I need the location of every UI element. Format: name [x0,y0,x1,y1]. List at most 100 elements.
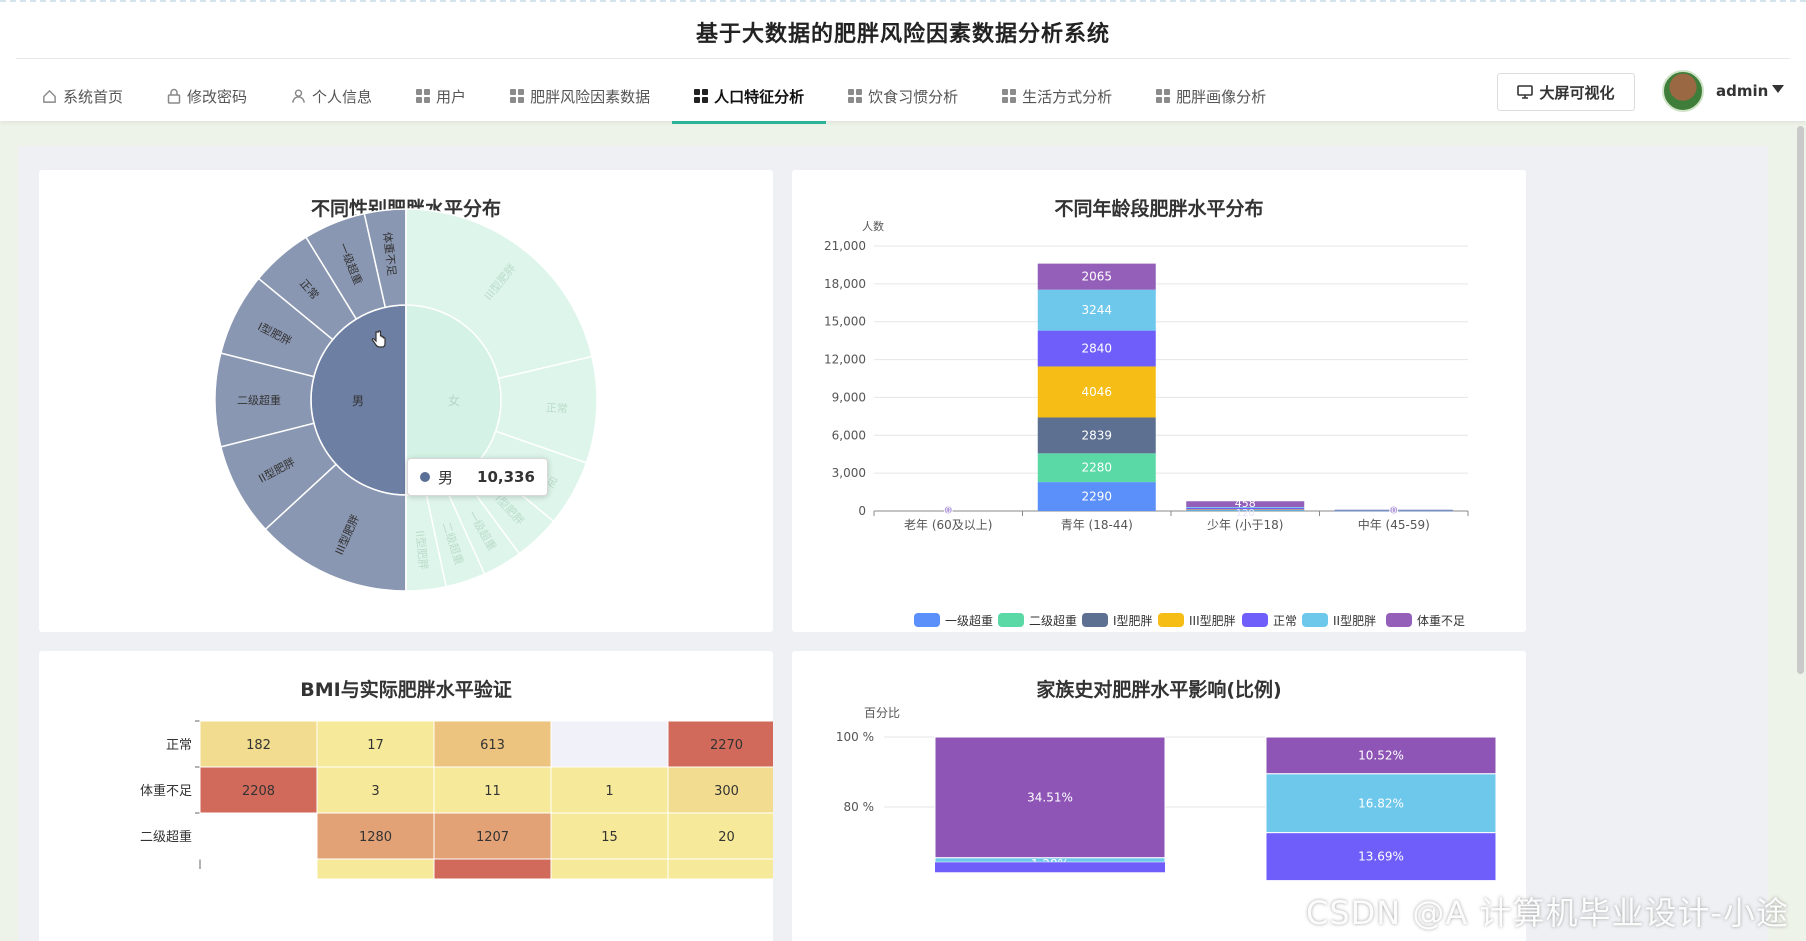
nav-label: 个人信息 [312,87,373,106]
bar-data-label: 120 [1236,508,1255,519]
chart-tooltip: 男 10,336 [407,458,548,496]
grid-icon [694,89,709,103]
system-title: 基于大数据的肥胖风险因素数据分析系统 [695,22,1110,47]
heatmap-cell-label: 1280 [359,830,392,845]
y-tick-label: 12,000 [824,353,866,367]
legend-swatch[interactable] [998,613,1024,627]
legend-label[interactable]: 一级超重 [945,613,993,628]
nav-item-1[interactable]: 修改密码 [145,70,269,122]
nav-item-8[interactable]: 肥胖画像分析 [1134,70,1288,122]
age-chart-card: 不同年龄段肥胖水平分布 人数 0 3,000 6,000 9,000 12,000 15,0… [792,170,1526,632]
legend-label[interactable]: II型肥胖 [1333,614,1376,628]
legend-swatch[interactable] [1158,613,1184,627]
page-scrollbar[interactable] [1797,126,1804,674]
legend-swatch[interactable] [1242,613,1268,627]
user-icon [291,88,306,104]
heatmap-row-label: 体重不足 [140,783,192,799]
y-tick-label: 21,000 [824,239,866,253]
nav-label: 系统首页 [63,87,124,106]
nav-item-4[interactable]: 肥胖风险因素数据 [488,70,672,122]
bar-data-label: 4046 [1081,385,1112,399]
legend-label[interactable]: 正常 [1273,614,1297,628]
bar-data-label: 2840 [1081,342,1112,356]
grid-icon [848,89,863,103]
heatmap-cell-label: 2270 [710,738,743,753]
chevron-down-icon[interactable] [1772,85,1784,93]
heatmap-cell[interactable] [316,858,435,880]
heatmap-row-label: 正常 [166,738,192,753]
monitor-icon [1517,85,1534,99]
legend-swatch[interactable] [1082,613,1108,627]
heatmap-cell-label: 3 [371,784,379,799]
nav-item-0[interactable]: 系统首页 [20,70,145,122]
bmi-heatmap-chart[interactable]: 正常 182 17 613 2270体重不足 2208 3 11 1 300二级超重 1280 120… [39,651,773,941]
legend-label[interactable]: I型肥胖 [1113,614,1153,628]
heatmap-cell-label: 11 [484,784,501,799]
grid-icon [416,89,431,103]
y-tick-label: 3,000 [832,466,866,480]
nav-item-7[interactable]: 生活方式分析 [980,70,1134,122]
bar-data-label: 34.51% [1027,790,1073,804]
grid-icon [1156,89,1171,103]
bar-data-label: 16.82% [1358,796,1404,810]
age-bar-chart[interactable]: 人数 0 3,000 6,000 9,000 12,000 15,000 18,000 21,0… [792,170,1526,632]
nav-label: 用户 [436,87,467,106]
nav-label: 肥胖风险因素数据 [530,87,651,106]
bigscreen-button[interactable]: 大屏可视化 [1497,73,1635,111]
grid-icon [1002,89,1017,103]
y-tick-label: 18,000 [824,277,866,291]
home-icon [42,89,57,104]
bar-segment[interactable] [935,862,1165,873]
legend-label[interactable]: 二级超重 [1029,613,1077,628]
heatmap-cell[interactable] [667,858,773,880]
bar-data-label: 0 [1391,506,1396,515]
hand-pointer-icon [371,330,386,348]
y-tick-label: 15,000 [824,315,866,329]
legend-swatch[interactable] [1302,613,1328,627]
nav-label: 修改密码 [187,87,248,106]
heatmap-cell-label: 613 [480,738,505,753]
legend-label[interactable]: 体重不足 [1417,614,1465,628]
heatmap-cell-label: 1207 [476,830,509,845]
legend-label[interactable]: III型肥胖 [1189,614,1236,628]
bigscreen-label: 大屏可视化 [1539,83,1615,102]
nav-label: 人口特征分析 [714,87,805,106]
nav-label: 肥胖画像分析 [1176,87,1267,106]
username[interactable]: admin [1716,82,1768,100]
y-tick-label: 6,000 [832,428,866,442]
bar-data-label: 2839 [1081,428,1112,442]
heatmap-cell[interactable] [550,858,669,880]
legend-swatch[interactable] [914,613,940,627]
tooltip-dot [420,472,430,482]
y-tick-label: 100 % [836,730,874,744]
heatmap-cell[interactable] [199,812,318,860]
dashboard-content: 不同性别肥胖水平分布 男女体重不足一级超重正常I型肥胖二级超重II型肥胖III型… [18,146,1768,941]
avatar[interactable] [1662,70,1704,112]
bar-data-label: 3244 [1081,303,1112,317]
y-tick-label: 0 [858,504,866,518]
sunburst-male-label: 二级超重 [237,393,281,407]
nav-item-6[interactable]: 饮食习惯分析 [826,70,980,122]
sunburst-label-male: 男 [352,394,364,408]
y-tick-label: 9,000 [832,390,866,404]
nav-item-3[interactable]: 用户 [394,70,488,122]
legend-swatch[interactable] [1386,613,1412,627]
heatmap-cell[interactable] [550,720,669,768]
heatmap-cell-label: 17 [367,738,384,753]
nav-label: 生活方式分析 [1022,87,1113,106]
x-tick-label: 老年 (60及以上) [904,518,992,532]
heatmap-cell[interactable] [433,858,552,880]
y-axis-unit: 人数 [862,220,884,233]
heatmap-row-label: 二级超重 [140,829,192,845]
nav-label: 饮食习惯分析 [868,87,959,106]
x-tick-label: 青年 (18-44) [1061,518,1133,532]
bar-data-label: 10.52% [1358,748,1404,762]
x-tick-label: 少年 (小于18) [1207,518,1283,532]
nav-item-5[interactable]: 人口特征分析 [672,70,827,124]
sunburst-label-female: 女 [448,393,460,408]
heatmap-cell-label: 1 [605,784,613,799]
nav-item-2[interactable]: 个人信息 [269,70,394,122]
bar-data-label: 13.69% [1358,850,1404,864]
tooltip-label: 男 [438,468,454,487]
gender-sunburst-chart[interactable]: 男女体重不足一级超重正常I型肥胖二级超重II型肥胖III型肥胖III型肥胖正常体… [39,170,773,632]
